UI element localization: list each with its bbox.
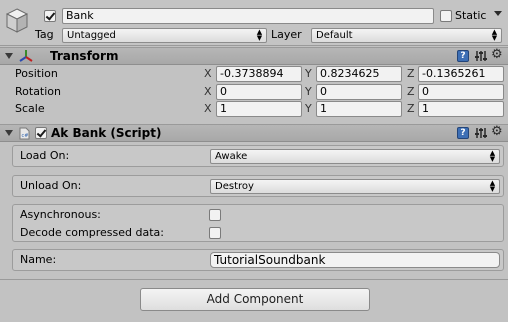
axis-z-label[interactable]: Z	[407, 67, 415, 81]
axis-x-label[interactable]: X	[204, 102, 212, 116]
preset-sliders-icon[interactable]	[475, 127, 487, 139]
scale-z-field[interactable]: 1	[418, 101, 504, 117]
scale-label: Scale	[15, 102, 45, 115]
gameobject-header: Bank Static Tag Untagged ▲ ▼ Layer Defaul…	[0, 0, 508, 46]
cube-icon	[6, 8, 28, 33]
dropdown-arrows-icon: ▲ ▼	[489, 179, 496, 193]
position-y-field[interactable]: 0.8234625	[316, 66, 402, 82]
position-z-field[interactable]: -0.1365261	[418, 66, 504, 82]
load-on-value: Awake	[215, 151, 248, 162]
help-book-icon[interactable]: ?	[457, 127, 469, 139]
position-x-field[interactable]: -0.3738894	[216, 66, 302, 82]
tag-label: Tag	[35, 28, 54, 41]
load-on-label: Load On:	[20, 149, 70, 162]
layer-value: Default	[316, 30, 353, 41]
axis-z-label[interactable]: Z	[407, 102, 415, 116]
axis-z-label[interactable]: Z	[407, 85, 415, 99]
layer-label: Layer	[271, 28, 302, 41]
rotation-label: Rotation	[15, 85, 62, 98]
bank-name-section: Name: TutorialSoundbank	[12, 249, 504, 271]
static-label: Static	[455, 9, 487, 22]
rotation-z-field[interactable]: 0	[418, 84, 504, 100]
layer-dropdown[interactable]: Default ▲ ▼	[311, 28, 502, 43]
unload-on-value: Destroy	[215, 181, 254, 192]
axis-y-label[interactable]: Y	[305, 67, 312, 81]
gear-icon[interactable]: ⚙	[491, 47, 503, 63]
load-on-dropdown[interactable]: Awake ▲ ▼	[210, 149, 500, 164]
ak-bank-header[interactable]: c# Ak Bank (Script) ? ⚙	[0, 124, 508, 142]
transform-body: Position X -0.3738894 Y 0.8234625 Z -0.1…	[0, 65, 508, 122]
dropdown-arrows-icon: ▲ ▼	[256, 28, 263, 42]
ak-bank-body: Load On: Awake ▲ ▼ Unload On: Destroy ▲ ▼ …	[0, 142, 508, 280]
unload-on-label: Unload On:	[20, 179, 82, 192]
axis-y-label[interactable]: Y	[305, 85, 312, 99]
decode-compressed-label: Decode compressed data:	[20, 226, 164, 239]
svg-text:c#: c#	[22, 133, 29, 139]
foldout-arrow-icon[interactable]	[5, 53, 13, 59]
axis-y-label[interactable]: Y	[305, 102, 312, 116]
foldout-arrow-icon[interactable]	[5, 130, 13, 136]
loading-options-section: Asynchronous: Decode compressed data:	[12, 204, 504, 242]
bank-name-input[interactable]: TutorialSoundbank	[210, 252, 500, 268]
gameobject-name-input[interactable]: Bank	[62, 8, 434, 24]
rotation-x-field[interactable]: 0	[216, 84, 302, 100]
add-component-button[interactable]: Add Component	[140, 288, 370, 311]
asynchronous-checkbox[interactable]	[209, 209, 221, 221]
tag-value: Untagged	[67, 30, 116, 41]
axis-x-label[interactable]: X	[204, 85, 212, 99]
ak-bank-enabled-checkbox[interactable]	[35, 127, 47, 139]
unload-on-section: Unload On: Destroy ▲ ▼	[12, 175, 504, 197]
scale-y-field[interactable]: 1	[316, 101, 402, 117]
position-label: Position	[15, 67, 58, 80]
transform-title: Transform	[50, 49, 119, 63]
asynchronous-label: Asynchronous:	[20, 208, 101, 221]
transform-header[interactable]: Transform ? ⚙	[0, 47, 508, 65]
decode-compressed-checkbox[interactable]	[209, 227, 221, 239]
transform-axes-icon	[19, 50, 33, 62]
tag-dropdown[interactable]: Untagged ▲ ▼	[62, 28, 267, 43]
gear-icon[interactable]: ⚙	[491, 124, 503, 140]
dropdown-arrows-icon: ▲ ▼	[491, 28, 498, 42]
static-dropdown-arrow[interactable]	[494, 11, 502, 16]
axis-x-label[interactable]: X	[204, 67, 212, 81]
scale-x-field[interactable]: 1	[216, 101, 302, 117]
static-checkbox[interactable]	[440, 10, 452, 22]
unload-on-dropdown[interactable]: Destroy ▲ ▼	[210, 179, 500, 194]
rotation-y-field[interactable]: 0	[316, 84, 402, 100]
dropdown-arrows-icon: ▲ ▼	[489, 149, 496, 163]
script-file-icon: c#	[19, 127, 30, 140]
active-checkbox[interactable]	[44, 10, 56, 22]
preset-sliders-icon[interactable]	[475, 50, 487, 62]
bank-name-label: Name:	[20, 253, 57, 266]
help-book-icon[interactable]: ?	[457, 50, 469, 62]
ak-bank-title: Ak Bank (Script)	[51, 126, 162, 140]
load-on-section: Load On: Awake ▲ ▼	[12, 145, 504, 167]
